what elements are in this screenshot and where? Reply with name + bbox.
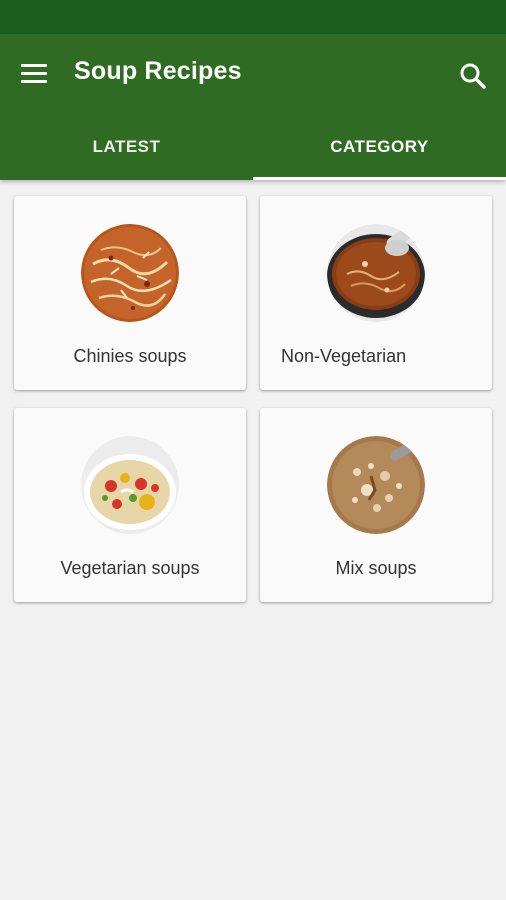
brown-soup-bowl-image [327,224,425,322]
category-card-vegetarian-soups[interactable]: Vegetarian soups [14,408,246,602]
category-label: Non-Vegetarian [281,346,407,366]
tab-selected-indicator [253,177,506,180]
category-card-chinies-soups[interactable]: Chinies soups [14,196,246,390]
mixed-soup-image [327,436,425,534]
tab-bar: LATEST CATEGORY [0,124,506,180]
app-bar: Soup Recipes LATEST CATEGORY [0,34,506,180]
category-card-non-vegetarian[interactable]: Non-Vegetarian [260,196,492,390]
category-label: Mix soups [335,558,417,578]
hot-sour-soup-image [81,224,179,322]
vegetable-soup-image [81,436,179,534]
hamburger-menu-icon[interactable] [21,64,47,84]
app-title: Soup Recipes [74,57,242,85]
search-icon[interactable] [459,62,487,90]
category-label: Chinies soups [73,346,187,366]
category-card-mix-soups[interactable]: Mix soups [260,408,492,602]
category-label: Vegetarian soups [60,558,200,578]
tab-category[interactable]: CATEGORY [253,124,506,180]
status-bar [0,0,506,34]
tab-latest[interactable]: LATEST [0,124,253,180]
